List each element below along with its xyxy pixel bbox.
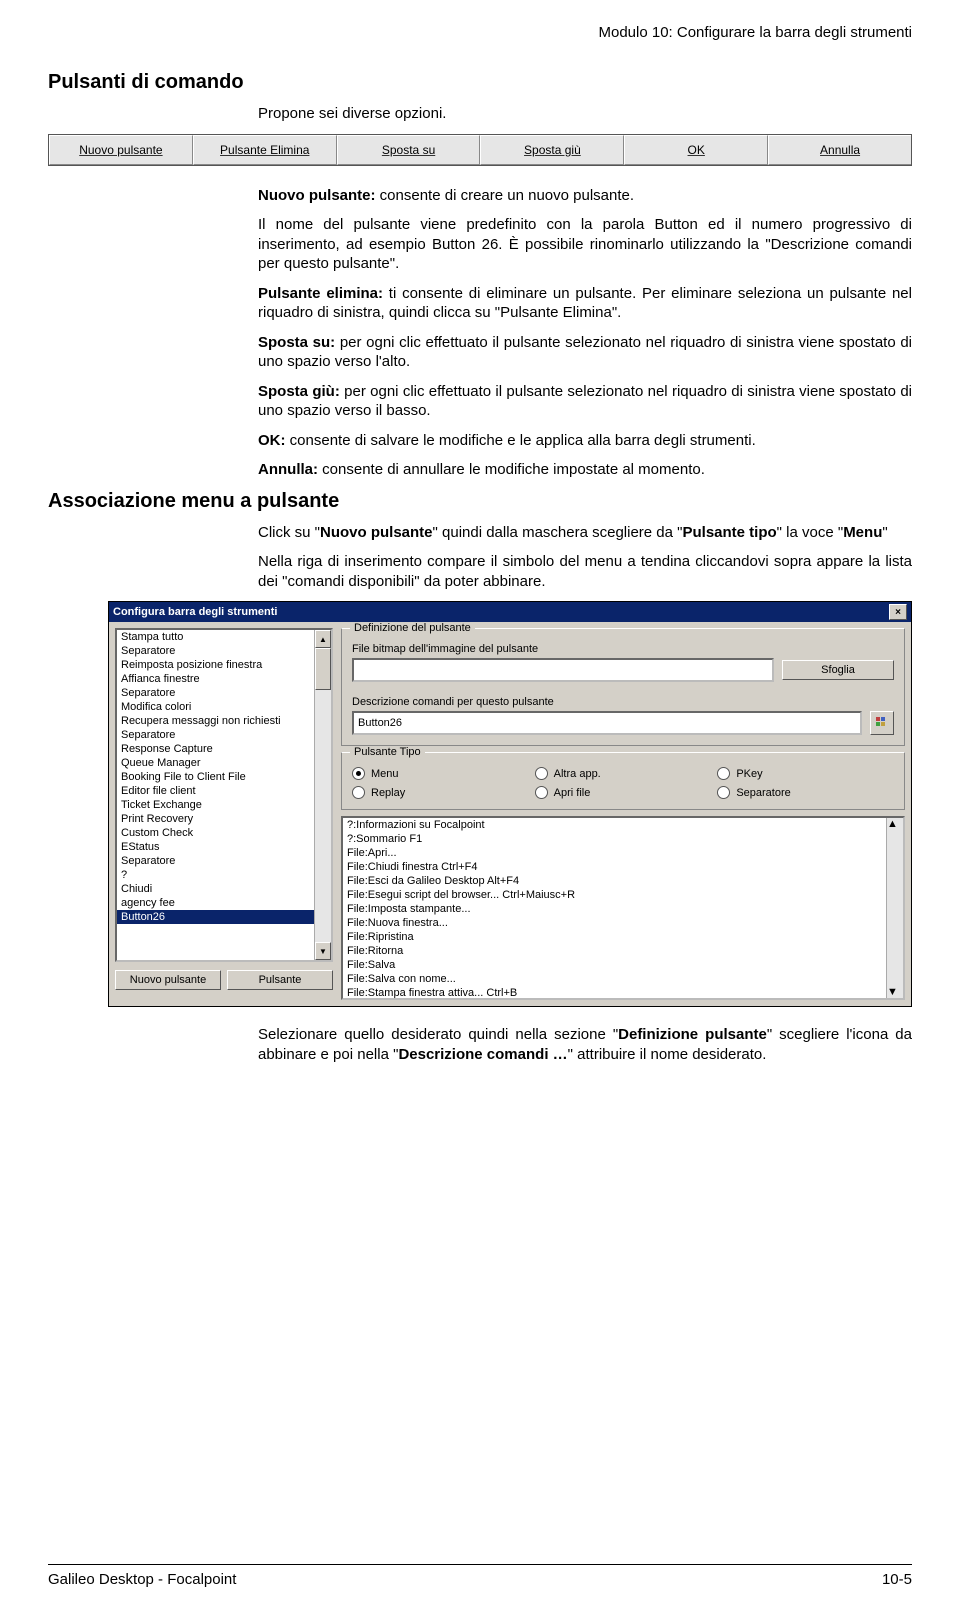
toolbar-btn-sposta-giu[interactable]: Sposta giù: [480, 135, 624, 165]
menu-item[interactable]: File:Ritorna: [343, 944, 903, 958]
list-item[interactable]: Stampa tutto: [117, 630, 331, 644]
list-item[interactable]: Modifica colori: [117, 700, 331, 714]
list-item[interactable]: Chiudi: [117, 882, 331, 896]
list-item[interactable]: Separatore: [117, 686, 331, 700]
radio-aprifile[interactable]: Apri file: [535, 786, 712, 799]
list-item[interactable]: Separatore: [117, 854, 331, 868]
menu-item[interactable]: ?:Sommario F1: [343, 832, 903, 846]
section1-intro: Propone sei diverse opzioni.: [258, 104, 912, 124]
list-item[interactable]: Separatore: [117, 644, 331, 658]
bitmap-label: File bitmap dell'immagine del pulsante: [352, 643, 894, 655]
menu-item[interactable]: ?:Informazioni su Focalpoint: [343, 818, 903, 832]
scroll-down-icon[interactable]: ▼: [315, 942, 331, 960]
dialog-title-text: Configura barra degli strumenti: [113, 606, 277, 618]
section1-body: Nuovo pulsante: consente di creare un nu…: [258, 186, 912, 480]
list-item[interactable]: Editor file client: [117, 784, 331, 798]
radio-dot-icon: [352, 786, 365, 799]
menu-commands-list[interactable]: ?:Informazioni su Focalpoint?:Sommario F…: [341, 816, 905, 1000]
scroll-down-icon[interactable]: ▼: [887, 986, 903, 998]
scrollbar[interactable]: ▲▼: [886, 818, 903, 998]
radio-dot-icon: [535, 767, 548, 780]
dialog-titlebar: Configura barra degli strumenti ×: [109, 602, 911, 622]
group-definition: File bitmap dell'immagine del pulsante S…: [341, 628, 905, 746]
menu-item[interactable]: File:Esegui script del browser... Ctrl+M…: [343, 888, 903, 902]
toolbar-btn-sposta-su[interactable]: Sposta su: [337, 135, 481, 165]
scroll-up-icon[interactable]: ▲: [315, 630, 331, 648]
configure-toolbar-dialog: Configura barra degli strumenti × Stampa…: [108, 601, 912, 1007]
list-item[interactable]: Separatore: [117, 728, 331, 742]
list-item[interactable]: EStatus: [117, 840, 331, 854]
radio-dot-icon: [717, 786, 730, 799]
toolbar-btn-ok[interactable]: OK: [624, 135, 768, 165]
list-item[interactable]: ?: [117, 868, 331, 882]
menu-item[interactable]: File:Salva con nome...: [343, 972, 903, 986]
module-header: Modulo 10: Configurare la barra degli st…: [48, 24, 912, 41]
section-title-2: Associazione menu a pulsante: [48, 490, 912, 513]
close-icon[interactable]: ×: [889, 604, 907, 620]
desc-label: Descrizione comandi per questo pulsante: [352, 696, 894, 708]
section2-body: Click su "Nuovo pulsante" quindi dalla m…: [258, 523, 912, 592]
toolbar-btn-annulla[interactable]: Annulla: [768, 135, 911, 165]
scrollbar[interactable]: ▲▼: [314, 630, 331, 960]
button-listbox[interactable]: Stampa tuttoSeparatoreReimposta posizion…: [115, 628, 333, 962]
grid-icon: [875, 716, 889, 730]
menu-item[interactable]: File:Imposta stampante...: [343, 902, 903, 916]
list-item[interactable]: Affianca finestre: [117, 672, 331, 686]
scroll-up-icon[interactable]: ▲: [887, 818, 903, 830]
toolbar-btn-nuovo[interactable]: Nuovo pulsante: [49, 135, 193, 165]
list-item[interactable]: Booking File to Client File: [117, 770, 331, 784]
list-item[interactable]: Print Recovery: [117, 812, 331, 826]
list-item[interactable]: Reimposta posizione finestra: [117, 658, 331, 672]
menu-item[interactable]: File:Salva: [343, 958, 903, 972]
list-item[interactable]: Custom Check: [117, 826, 331, 840]
radio-dot-icon: [352, 767, 365, 780]
radio-pkey[interactable]: PKey: [717, 767, 894, 780]
toolbar-btn-elimina[interactable]: Pulsante Elimina: [193, 135, 337, 165]
radio-dot-icon: [717, 767, 730, 780]
radio-altraapp[interactable]: Altra app.: [535, 767, 712, 780]
section3-body: Selezionare quello desiderato quindi nel…: [258, 1025, 912, 1064]
scroll-thumb[interactable]: [315, 648, 331, 690]
radio-replay[interactable]: Replay: [352, 786, 529, 799]
bitmap-input[interactable]: [352, 658, 774, 682]
menu-item[interactable]: File:Esci da Galileo Desktop Alt+F4: [343, 874, 903, 888]
desc-icon-button[interactable]: [870, 711, 894, 735]
list-item[interactable]: agency fee: [117, 896, 331, 910]
radio-separatore[interactable]: Separatore: [717, 786, 894, 799]
section-title-1: Pulsanti di comando: [48, 71, 912, 94]
menu-item[interactable]: File:Chiudi finestra Ctrl+F4: [343, 860, 903, 874]
footer-left: Galileo Desktop - Focalpoint: [48, 1571, 236, 1588]
menu-item[interactable]: File:Nuova finestra...: [343, 916, 903, 930]
new-button[interactable]: Nuovo pulsante: [115, 970, 221, 990]
list-item[interactable]: Recupera messaggi non richiesti: [117, 714, 331, 728]
menu-item[interactable]: File:Stampa finestra attiva... Ctrl+B: [343, 986, 903, 1000]
menu-item[interactable]: File:Apri...: [343, 846, 903, 860]
radio-menu[interactable]: Menu: [352, 767, 529, 780]
radio-dot-icon: [535, 786, 548, 799]
list-item[interactable]: Ticket Exchange: [117, 798, 331, 812]
footer-right: 10-5: [882, 1571, 912, 1588]
list-item[interactable]: Queue Manager: [117, 756, 331, 770]
page-footer: Galileo Desktop - Focalpoint 10-5: [48, 1564, 912, 1588]
list-item[interactable]: Button26: [117, 910, 331, 924]
list-item[interactable]: Response Capture: [117, 742, 331, 756]
browse-button[interactable]: Sfoglia: [782, 660, 894, 680]
menu-item[interactable]: File:Ripristina: [343, 930, 903, 944]
toolbar-row: Nuovo pulsante Pulsante Elimina Sposta s…: [48, 134, 912, 166]
pulsante-button[interactable]: Pulsante: [227, 970, 333, 990]
desc-input[interactable]: Button26: [352, 711, 862, 735]
group-type: Menu Altra app. PKey Replay Apri file Separat…: [341, 752, 905, 810]
